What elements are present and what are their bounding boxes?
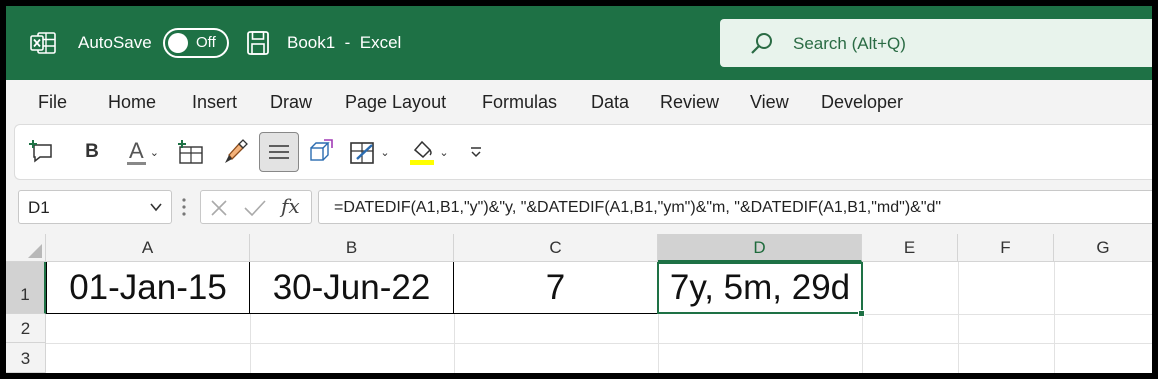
align-center-button[interactable]: [259, 132, 299, 172]
format-painter-button[interactable]: [220, 132, 250, 172]
row-header-1[interactable]: 1: [6, 262, 46, 314]
select-all-button[interactable]: [6, 234, 46, 262]
tab-page-layout[interactable]: Page Layout: [345, 92, 446, 113]
row-header-2[interactable]: 2: [6, 314, 46, 343]
bold-icon: B: [85, 141, 99, 162]
chevron-down-icon: ⌄: [380, 146, 390, 159]
tab-home[interactable]: Home: [108, 92, 156, 113]
gridline: [46, 343, 1152, 344]
gridline: [1054, 262, 1055, 373]
select-all-triangle-icon: [28, 244, 42, 258]
tab-developer[interactable]: Developer: [821, 92, 903, 113]
tab-file[interactable]: File: [38, 92, 67, 113]
column-header-e[interactable]: E: [862, 234, 958, 262]
gridline: [862, 314, 1152, 315]
chevron-down-icon[interactable]: [149, 200, 163, 214]
formula-text: =DATEDIF(A1,B1,"y")&"y, "&DATEDIF(A1,B1,…: [334, 199, 942, 216]
formula-bar: D1 fx =DATEDIF(A1,B1,"y")&"y, "&DATEDIF(…: [6, 188, 1152, 226]
autosave-toggle[interactable]: Off: [163, 28, 229, 58]
cell-c1[interactable]: 7: [454, 262, 658, 314]
row-header-3[interactable]: 3: [6, 343, 46, 373]
name-box-value: D1: [28, 198, 50, 217]
search-icon: [751, 33, 772, 54]
customize-toolbar-icon: [471, 147, 481, 158]
chevron-down-icon: ⌄: [149, 146, 159, 159]
column-header-d[interactable]: D: [658, 234, 862, 262]
new-comment-button[interactable]: [27, 132, 57, 172]
column-header-g[interactable]: G: [1054, 234, 1152, 262]
name-box[interactable]: D1: [18, 190, 172, 224]
cell-a1[interactable]: 01-Jan-15: [46, 262, 250, 314]
insert-row-icon: [178, 140, 203, 164]
3d-model-icon: [310, 139, 333, 161]
formula-buttons: fx: [200, 190, 312, 224]
insert-cells-button[interactable]: [175, 132, 205, 172]
document-title: Book1 - Excel: [287, 33, 402, 52]
cancel-icon[interactable]: [209, 198, 229, 218]
excel-logo-icon: [30, 32, 56, 54]
insert-function-icon[interactable]: fx: [281, 194, 300, 218]
borders-icon: [350, 142, 375, 164]
tab-view[interactable]: View: [750, 92, 789, 113]
fill-handle[interactable]: [858, 310, 865, 317]
tab-draw[interactable]: Draw: [270, 92, 312, 113]
enter-check-icon[interactable]: [243, 198, 267, 218]
tab-review[interactable]: Review: [660, 92, 719, 113]
worksheet-grid: A B C D E F G 1 2 3 01-Jan-15 30-Jun-22 …: [6, 234, 1152, 373]
formula-input[interactable]: =DATEDIF(A1,B1,"y")&"y, "&DATEDIF(A1,B1,…: [318, 190, 1152, 224]
3d-models-button[interactable]: [307, 132, 337, 172]
excel-window: AutoSave Off Book1 - Excel Search (Alt+Q…: [6, 6, 1152, 373]
column-header-c[interactable]: C: [454, 234, 658, 262]
new-comment-icon: [29, 140, 52, 163]
search-box[interactable]: Search (Alt+Q): [720, 19, 1152, 67]
fill-color-button[interactable]: ⌄: [405, 132, 453, 172]
column-header-b[interactable]: B: [250, 234, 454, 262]
more-options-icon[interactable]: [180, 195, 188, 219]
column-header-a[interactable]: A: [46, 234, 250, 262]
autosave-label: AutoSave: [78, 33, 152, 52]
gridline: [958, 262, 959, 373]
tab-formulas[interactable]: Formulas: [482, 92, 557, 113]
font-color-button[interactable]: A ⌄: [119, 132, 167, 172]
column-header-f[interactable]: F: [958, 234, 1054, 262]
fill-color-icon: [410, 140, 435, 165]
title-bar: AutoSave Off Book1 - Excel Search (Alt+Q…: [6, 6, 1152, 80]
autosave-state: Off: [196, 34, 216, 51]
bold-button[interactable]: B: [77, 132, 107, 172]
font-color-icon: A: [127, 137, 146, 165]
cell-b1[interactable]: 30-Jun-22: [250, 262, 454, 314]
borders-button[interactable]: ⌄: [345, 132, 393, 172]
search-placeholder: Search (Alt+Q): [793, 34, 906, 53]
customize-toolbar-button[interactable]: [463, 132, 489, 172]
tab-data[interactable]: Data: [591, 92, 629, 113]
quick-toolbar: B A ⌄ ⌄ ⌄: [14, 124, 1152, 180]
format-painter-icon: [225, 139, 248, 163]
tab-insert[interactable]: Insert: [192, 92, 237, 113]
toggle-knob: [168, 33, 188, 53]
align-center-icon: [269, 145, 289, 159]
chevron-down-icon: ⌄: [439, 146, 449, 159]
cell-d1[interactable]: 7y, 5m, 29d: [657, 262, 863, 314]
save-icon[interactable]: [246, 30, 270, 56]
ribbon-tabs: File Home Insert Draw Page Layout Formul…: [6, 80, 1152, 124]
